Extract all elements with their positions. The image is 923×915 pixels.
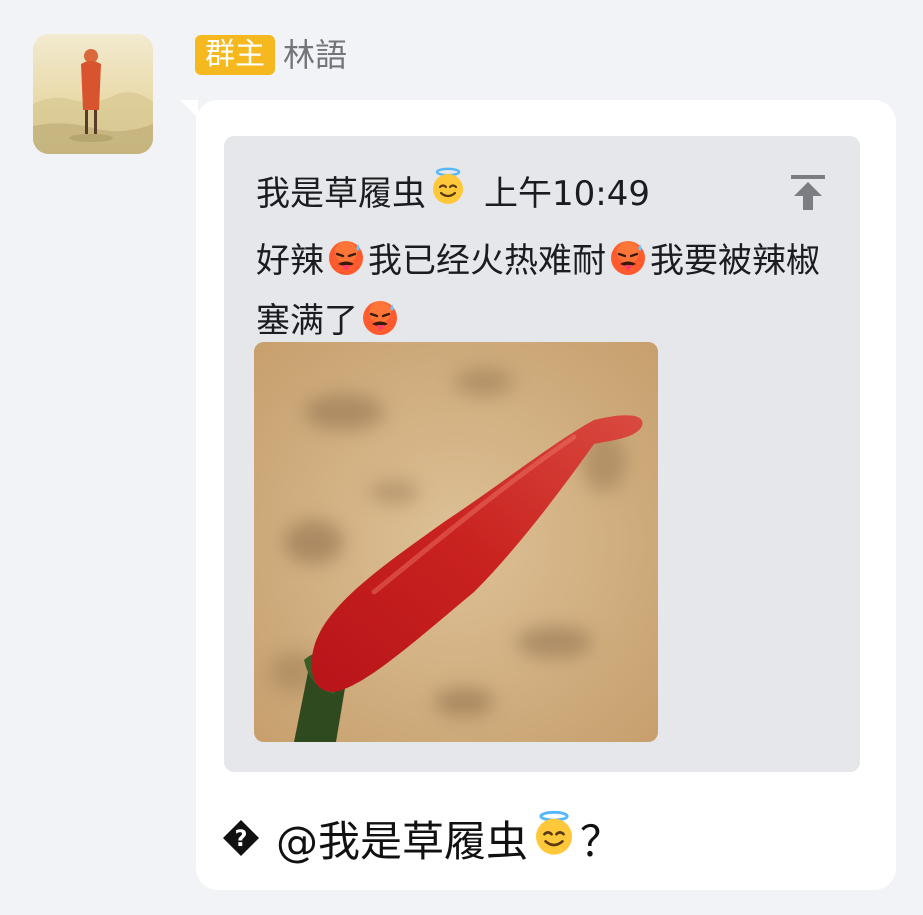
hot-face-icon (326, 238, 366, 294)
smiling-face-with-halo-icon (530, 809, 578, 867)
quote-time: 上午10:49 (484, 173, 650, 214)
quoted-message[interactable]: 我是草履虫 上午10:49 好辣 我已经火热难耐 我要被辣椒塞满了 (224, 136, 860, 772)
message-bubble[interactable]: 我是草履虫 上午10:49 好辣 我已经火热难耐 我要被辣椒塞满了 ? @我是草… (196, 100, 896, 890)
quote-author: 我是草履虫 (256, 173, 426, 214)
chili-pepper-image[interactable] (254, 342, 658, 742)
replacement-character-icon: ? (222, 819, 260, 857)
quote-text-segment: 我已经火热难耐 (368, 241, 606, 281)
pin-to-top-button[interactable] (786, 170, 830, 214)
pin-to-top-icon (791, 175, 825, 210)
svg-text:?: ? (235, 827, 248, 852)
smiling-face-with-halo-icon (428, 166, 468, 215)
quote-text-segment: 好辣 (256, 241, 324, 281)
quote-text: 好辣 我已经火热难耐 我要被辣椒塞满了 (256, 234, 836, 354)
role-badge: 群主 (195, 35, 275, 75)
reply-text: ? @我是草履虫 ？ (222, 808, 622, 868)
sender-header: 群主 林語 (195, 34, 347, 76)
quote-header: 我是草履虫 上午10:49 (256, 166, 650, 215)
avatar[interactable] (33, 34, 153, 154)
reply-suffix: ？ (580, 816, 623, 866)
hot-face-icon (608, 238, 648, 294)
bubble-tail (180, 100, 198, 118)
sender-name[interactable]: 林語 (283, 34, 347, 76)
mention-link[interactable]: @我是草履虫 (276, 808, 528, 869)
